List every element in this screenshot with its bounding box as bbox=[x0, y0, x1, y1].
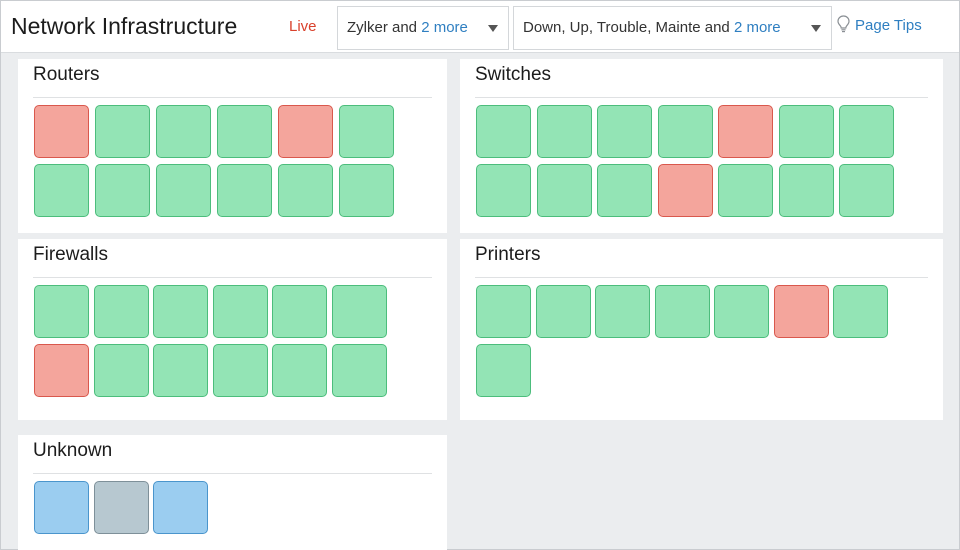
device-tile-up[interactable] bbox=[714, 285, 769, 338]
panel-divider bbox=[33, 97, 432, 98]
device-tile-down[interactable] bbox=[658, 164, 713, 217]
device-tile-up[interactable] bbox=[537, 105, 592, 158]
device-tile-up[interactable] bbox=[339, 164, 394, 217]
panel-divider bbox=[33, 473, 432, 474]
device-tile-up[interactable] bbox=[476, 285, 531, 338]
device-tile-up[interactable] bbox=[278, 164, 333, 217]
device-tile-unmanaged[interactable] bbox=[153, 481, 208, 534]
device-tile-up[interactable] bbox=[95, 105, 150, 158]
device-tile-up[interactable] bbox=[833, 285, 888, 338]
device-tile-up[interactable] bbox=[718, 164, 773, 217]
device-tile-down[interactable] bbox=[34, 105, 89, 158]
device-tile-up[interactable] bbox=[597, 164, 652, 217]
account-filter-more-link[interactable]: 2 more bbox=[421, 19, 468, 36]
account-filter-dropdown[interactable]: Zylker and 2 more bbox=[337, 6, 509, 50]
device-tile-up[interactable] bbox=[272, 344, 327, 397]
device-tile-up[interactable] bbox=[332, 344, 387, 397]
panel-title-firewalls: Firewalls bbox=[33, 244, 108, 265]
device-tile-up[interactable] bbox=[34, 285, 89, 338]
live-indicator[interactable]: Live bbox=[289, 18, 317, 35]
device-tile-up[interactable] bbox=[476, 164, 531, 217]
device-tile-up[interactable] bbox=[839, 164, 894, 217]
device-tile-up[interactable] bbox=[332, 285, 387, 338]
device-tile-up[interactable] bbox=[95, 164, 150, 217]
device-tile-up[interactable] bbox=[34, 164, 89, 217]
printers-panel: Printers bbox=[460, 239, 943, 420]
status-filter-more-link[interactable]: 2 more bbox=[734, 19, 781, 36]
panel-divider bbox=[33, 277, 432, 278]
device-tile-up[interactable] bbox=[476, 105, 531, 158]
panel-divider bbox=[475, 97, 928, 98]
device-tile-down[interactable] bbox=[278, 105, 333, 158]
device-tile-unknown[interactable] bbox=[94, 481, 149, 534]
panel-title-unknown: Unknown bbox=[33, 440, 113, 461]
panel-divider bbox=[475, 277, 928, 278]
firewalls-panel: Firewalls bbox=[18, 239, 447, 420]
account-filter-text: Zylker and bbox=[347, 19, 422, 36]
device-tile-up[interactable] bbox=[94, 285, 149, 338]
panel-title-switches: Switches bbox=[475, 64, 552, 85]
device-tile-up[interactable] bbox=[658, 105, 713, 158]
device-tile-up[interactable] bbox=[272, 285, 327, 338]
device-tile-up[interactable] bbox=[597, 105, 652, 158]
device-tile-up[interactable] bbox=[217, 164, 272, 217]
device-tile-up[interactable] bbox=[153, 344, 208, 397]
top-bar: Network Infrastructure Live Zylker and 2… bbox=[1, 1, 959, 53]
lightbulb-icon bbox=[837, 15, 850, 33]
page-tips-label: Page Tips bbox=[855, 17, 922, 34]
device-tile-up[interactable] bbox=[536, 285, 591, 338]
device-tile-down[interactable] bbox=[774, 285, 829, 338]
switches-panel: Switches bbox=[460, 59, 943, 233]
device-tile-up[interactable] bbox=[476, 344, 531, 397]
device-tile-up[interactable] bbox=[779, 105, 834, 158]
device-tile-up[interactable] bbox=[156, 105, 211, 158]
chevron-down-icon[interactable] bbox=[488, 25, 498, 32]
device-tile-up[interactable] bbox=[537, 164, 592, 217]
device-tile-down[interactable] bbox=[34, 344, 89, 397]
page-tips-link[interactable]: Page Tips bbox=[837, 15, 922, 34]
device-tile-up[interactable] bbox=[217, 105, 272, 158]
panel-title-routers: Routers bbox=[33, 64, 100, 85]
device-tile-up[interactable] bbox=[655, 285, 710, 338]
unknown-panel: Unknown bbox=[18, 435, 447, 550]
device-tile-up[interactable] bbox=[595, 285, 650, 338]
device-tile-up[interactable] bbox=[839, 105, 894, 158]
device-tile-up[interactable] bbox=[339, 105, 394, 158]
device-tile-unmanaged[interactable] bbox=[34, 481, 89, 534]
panel-title-printers: Printers bbox=[475, 244, 541, 265]
device-tile-up[interactable] bbox=[94, 344, 149, 397]
page-title: Network Infrastructure bbox=[11, 13, 238, 39]
status-filter-dropdown[interactable]: Down, Up, Trouble, Mainte and 2 more bbox=[513, 6, 832, 50]
device-tile-up[interactable] bbox=[213, 344, 268, 397]
routers-panel: Routers bbox=[18, 59, 447, 233]
chevron-down-icon[interactable] bbox=[811, 25, 821, 32]
status-filter-text: Down, Up, Trouble, Mainte and bbox=[523, 19, 734, 36]
device-tile-up[interactable] bbox=[213, 285, 268, 338]
device-tile-down[interactable] bbox=[718, 105, 773, 158]
device-tile-up[interactable] bbox=[153, 285, 208, 338]
device-tile-up[interactable] bbox=[156, 164, 211, 217]
device-tile-up[interactable] bbox=[779, 164, 834, 217]
